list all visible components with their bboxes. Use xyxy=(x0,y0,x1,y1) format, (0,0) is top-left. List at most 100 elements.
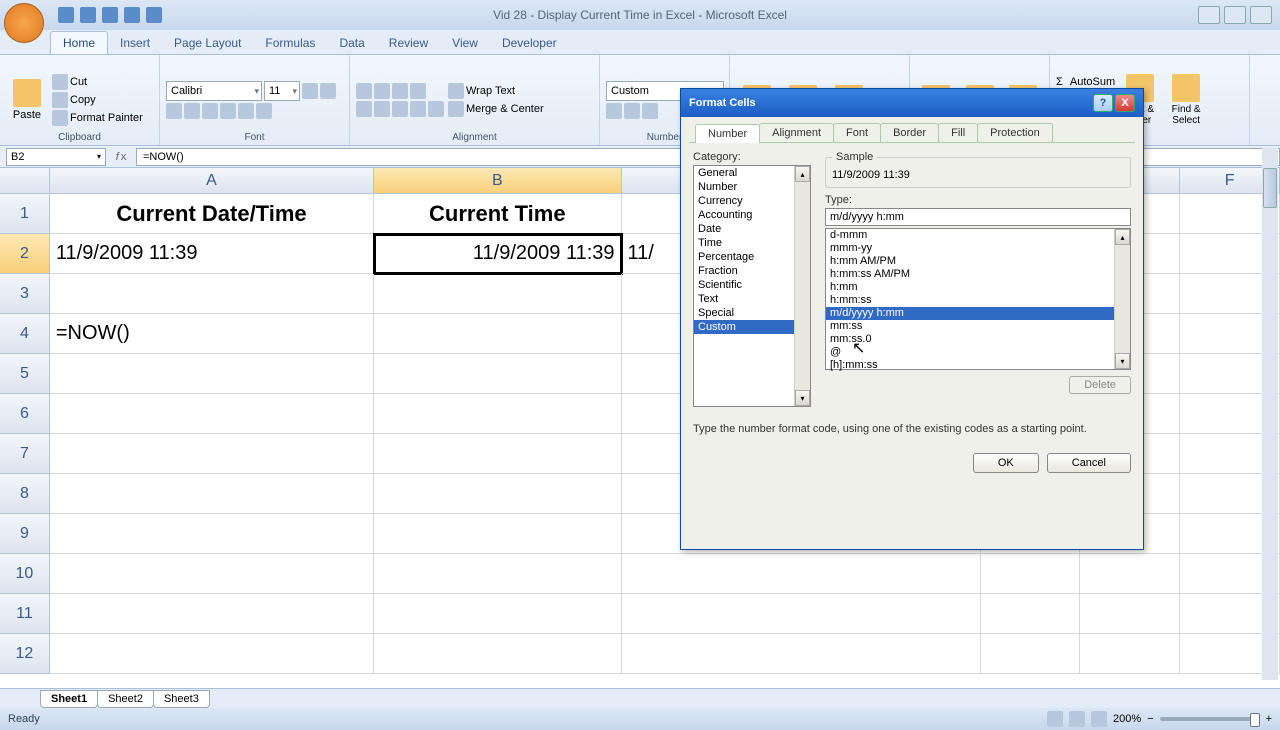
fill-color-button[interactable] xyxy=(238,103,254,119)
category-item[interactable]: General xyxy=(694,166,810,180)
zoom-slider[interactable] xyxy=(1160,717,1260,721)
minimize-button[interactable] xyxy=(1198,6,1220,24)
fx-button[interactable]: fx xyxy=(106,151,136,163)
type-item[interactable]: h:mm AM/PM xyxy=(826,255,1130,268)
row-header[interactable]: 4 xyxy=(0,314,50,354)
type-item[interactable]: m/d/yyyy h:mm xyxy=(826,307,1130,320)
row-header[interactable]: 12 xyxy=(0,634,50,674)
row-header[interactable]: 3 xyxy=(0,274,50,314)
vertical-scrollbar[interactable] xyxy=(1262,148,1278,680)
indent-dec-icon[interactable] xyxy=(410,101,426,117)
format-painter-button[interactable]: Format Painter xyxy=(52,110,143,126)
sheet-tab[interactable]: Sheet1 xyxy=(40,690,98,708)
sheet-tab[interactable]: Sheet3 xyxy=(153,690,210,708)
type-item[interactable]: @ xyxy=(826,346,1130,359)
cell[interactable] xyxy=(50,634,374,674)
cell[interactable] xyxy=(374,314,621,354)
shrink-font-icon[interactable] xyxy=(320,83,336,99)
zoom-out-button[interactable]: − xyxy=(1147,713,1153,725)
category-item[interactable]: Currency xyxy=(694,194,810,208)
qat-redo-icon[interactable] xyxy=(102,7,118,23)
cell[interactable] xyxy=(622,554,981,594)
ribbon-tab-insert[interactable]: Insert xyxy=(108,32,162,54)
type-item[interactable]: h:mm:ss xyxy=(826,294,1130,307)
ribbon-tab-view[interactable]: View xyxy=(440,32,490,54)
cell[interactable] xyxy=(374,274,621,314)
category-item[interactable]: Date xyxy=(694,222,810,236)
dialog-tab-alignment[interactable]: Alignment xyxy=(759,123,834,142)
type-input[interactable] xyxy=(825,208,1131,226)
category-item[interactable]: Fraction xyxy=(694,264,810,278)
dialog-tab-protection[interactable]: Protection xyxy=(977,123,1053,142)
font-size-combo[interactable]: 11 xyxy=(264,81,300,101)
copy-button[interactable]: Copy xyxy=(52,92,143,108)
dialog-tab-border[interactable]: Border xyxy=(880,123,939,142)
qat-undo-icon[interactable] xyxy=(80,7,96,23)
view-layout-icon[interactable] xyxy=(1069,711,1085,727)
close-button[interactable] xyxy=(1250,6,1272,24)
row-header[interactable]: 11 xyxy=(0,594,50,634)
align-left-icon[interactable] xyxy=(356,101,372,117)
cell[interactable] xyxy=(374,514,621,554)
dialog-tab-fill[interactable]: Fill xyxy=(938,123,978,142)
type-listbox[interactable]: d-mmmmmm-yyh:mm AM/PMh:mm:ss AM/PMh:mmh:… xyxy=(825,228,1131,370)
cell[interactable] xyxy=(981,594,1081,634)
office-button[interactable] xyxy=(4,3,44,43)
row-header[interactable]: 8 xyxy=(0,474,50,514)
zoom-in-button[interactable]: + xyxy=(1266,713,1272,725)
category-item[interactable]: Scientific xyxy=(694,278,810,292)
cut-button[interactable]: Cut xyxy=(52,74,143,90)
orientation-icon[interactable] xyxy=(410,83,426,99)
qat-extra-icon[interactable] xyxy=(124,7,140,23)
column-header[interactable]: A xyxy=(50,168,374,194)
paste-button[interactable]: Paste xyxy=(6,57,48,143)
cell[interactable] xyxy=(1080,634,1180,674)
ok-button[interactable]: OK xyxy=(973,453,1039,473)
ribbon-tab-formulas[interactable]: Formulas xyxy=(253,32,327,54)
cell[interactable] xyxy=(50,434,374,474)
zoom-level[interactable]: 200% xyxy=(1113,713,1141,725)
cell[interactable] xyxy=(50,474,374,514)
type-scroll-down-icon[interactable]: ▾ xyxy=(1115,353,1130,369)
category-item[interactable]: Special xyxy=(694,306,810,320)
autosum-button[interactable]: Σ AutoSum xyxy=(1056,76,1115,88)
category-item[interactable]: Custom xyxy=(694,320,810,334)
sheet-tab[interactable]: Sheet2 xyxy=(97,690,154,708)
category-item[interactable]: Text xyxy=(694,292,810,306)
category-item[interactable]: Percentage xyxy=(694,250,810,264)
row-header[interactable]: 6 xyxy=(0,394,50,434)
cell[interactable] xyxy=(1080,554,1180,594)
category-item[interactable]: Accounting xyxy=(694,208,810,222)
type-item[interactable]: h:mm:ss AM/PM xyxy=(826,268,1130,281)
category-scrollbar[interactable]: ▴ ▾ xyxy=(794,166,810,406)
bold-button[interactable] xyxy=(166,103,182,119)
row-header[interactable]: 1 xyxy=(0,194,50,234)
row-header[interactable]: 7 xyxy=(0,434,50,474)
type-item[interactable]: mm:ss.0 xyxy=(826,333,1130,346)
cell[interactable]: Current Time xyxy=(374,194,621,234)
cell[interactable] xyxy=(50,594,374,634)
cell[interactable] xyxy=(981,634,1081,674)
type-item[interactable]: mmm-yy xyxy=(826,242,1130,255)
dialog-help-button[interactable]: ? xyxy=(1093,94,1113,112)
maximize-button[interactable] xyxy=(1224,6,1246,24)
border-button[interactable] xyxy=(220,103,236,119)
indent-inc-icon[interactable] xyxy=(428,101,444,117)
type-item[interactable]: h:mm xyxy=(826,281,1130,294)
align-right-icon[interactable] xyxy=(392,101,408,117)
cell[interactable] xyxy=(622,594,981,634)
cell[interactable] xyxy=(374,554,621,594)
ribbon-tab-page-layout[interactable]: Page Layout xyxy=(162,32,253,54)
find-select-button[interactable]: Find & Select xyxy=(1165,57,1207,143)
cell[interactable] xyxy=(981,554,1081,594)
scroll-up-icon[interactable]: ▴ xyxy=(795,166,810,182)
scroll-down-icon[interactable]: ▾ xyxy=(795,390,810,406)
cell[interactable] xyxy=(50,274,374,314)
cell[interactable] xyxy=(374,394,621,434)
align-top-icon[interactable] xyxy=(356,83,372,99)
cell[interactable] xyxy=(50,394,374,434)
percent-icon[interactable] xyxy=(624,103,640,119)
type-item[interactable]: mm:ss xyxy=(826,320,1130,333)
qat-save-icon[interactable] xyxy=(58,7,74,23)
wrap-text-button[interactable]: Wrap Text xyxy=(448,83,544,99)
